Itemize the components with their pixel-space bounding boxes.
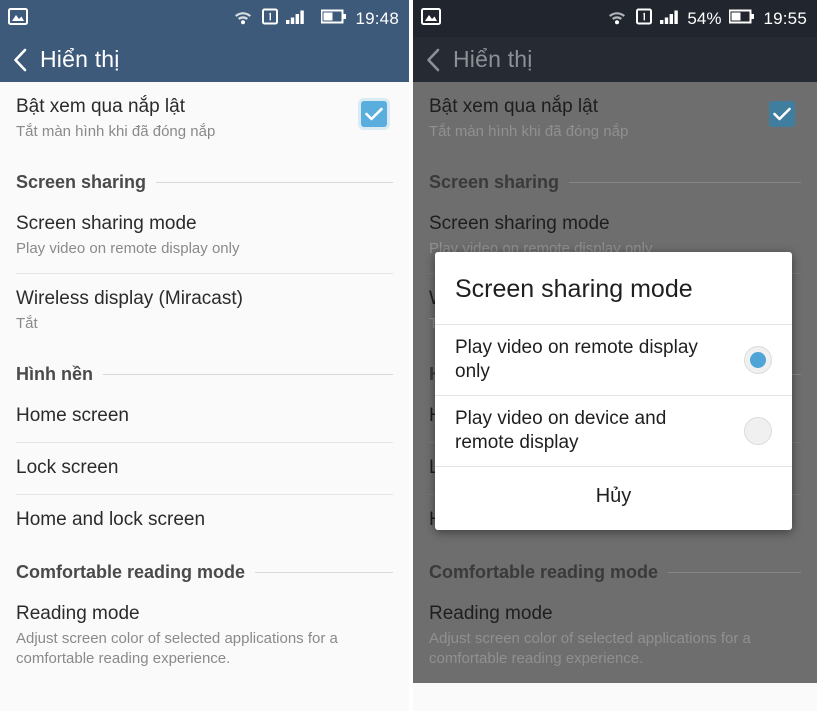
dialog-option-label: Play video on remote display only: [455, 337, 698, 382]
row-texts: Reading mode Adjust screen color of selec…: [429, 602, 801, 669]
row-summary: Play video on remote display only: [16, 240, 240, 257]
back-chevron-icon[interactable]: [12, 48, 28, 72]
page-title: Hiển thị: [40, 46, 120, 72]
row-title: Screen sharing mode: [16, 213, 197, 234]
row-title: Bật xem qua nắp lật: [16, 96, 185, 117]
two-screenshot-comparison: 19:48 Hiển thị Bật xem qua nắp lật Tắt mà…: [0, 0, 817, 711]
section-header-label: Comfortable reading mode: [16, 562, 246, 582]
row-title: Home and lock screen: [16, 509, 206, 530]
signal-bars-icon: [286, 8, 305, 30]
section-header-rule: [255, 572, 393, 573]
dialog-option-device-and-remote[interactable]: Play video on device and remote display: [435, 396, 792, 466]
row-title: Reading mode: [429, 603, 553, 624]
row-summary: Tắt: [16, 315, 38, 332]
flip-cover-row[interactable]: Bật xem qua nắp lật Tắt màn hình khi đã đ…: [413, 82, 817, 156]
reading-mode-row[interactable]: Reading mode Adjust screen color of selec…: [0, 589, 409, 683]
wifi-icon: [232, 8, 254, 30]
section-wallpaper: Hình nền: [0, 348, 409, 391]
battery-percent-label: 54%: [687, 8, 722, 28]
section-header-rule: [668, 572, 801, 573]
sim-1-icon: [262, 8, 279, 30]
image-icon: [421, 7, 441, 30]
settings-list: Bật xem qua nắp lật Tắt màn hình khi đã đ…: [0, 82, 409, 683]
screen-sharing-mode-dialog: Screen sharing mode Play video on remote…: [435, 252, 792, 530]
section-comfortable-reading: Comfortable reading mode: [0, 546, 409, 589]
row-texts: Bật xem qua nắp lật Tắt màn hình khi đã đ…: [429, 95, 769, 142]
status-bar: 54% 19:55: [413, 0, 817, 37]
section-header-label: Comfortable reading mode: [429, 562, 659, 582]
action-bar: Hiển thị: [0, 37, 409, 82]
dialog-option-remote-only[interactable]: Play video on remote display only: [435, 325, 792, 395]
row-texts: Reading mode Adjust screen color of selec…: [16, 602, 393, 669]
row-texts: Bật xem qua nắp lật Tắt màn hình khi đã đ…: [16, 95, 361, 142]
row-title: Reading mode: [16, 603, 140, 624]
wireless-display-row[interactable]: Wireless display (Miracast) Tắt: [0, 274, 409, 348]
radio-button-unselected[interactable]: [744, 417, 772, 445]
section-header-label: Screen sharing: [16, 172, 147, 192]
section-screen-sharing: Screen sharing: [413, 156, 817, 199]
battery-icon: [320, 9, 347, 29]
lock-screen-row[interactable]: Lock screen: [0, 443, 409, 494]
wifi-icon: [606, 8, 628, 30]
checkbox-toggle[interactable]: [361, 101, 387, 127]
row-texts: Lock screen: [16, 456, 393, 480]
row-title: Lock screen: [16, 457, 119, 478]
image-icon: [8, 7, 28, 30]
status-bar: 19:48: [0, 0, 409, 37]
row-summary: Adjust screen color of selected applicat…: [429, 630, 751, 667]
section-header-label: Screen sharing: [429, 172, 560, 192]
right-screen: 54% 19:55 Hiển thị Bật xem qua nắp lật T…: [413, 0, 817, 711]
reading-mode-row[interactable]: Reading mode Adjust screen color of selec…: [413, 589, 817, 683]
sim-1-icon: [636, 8, 653, 30]
section-screen-sharing: Screen sharing: [0, 156, 409, 199]
section-header-rule: [103, 374, 393, 375]
clock-label: 19:48: [355, 8, 399, 28]
section-header-label: Hình nền: [16, 364, 93, 384]
dialog-title: Screen sharing mode: [455, 275, 693, 303]
row-summary: Tắt màn hình khi đã đóng nắp: [16, 123, 216, 140]
radio-button-selected[interactable]: [744, 346, 772, 374]
back-chevron-icon[interactable]: [425, 48, 441, 72]
row-title: Screen sharing mode: [429, 213, 610, 234]
battery-icon: [728, 9, 755, 29]
row-title: Home screen: [16, 405, 129, 426]
action-bar: Hiển thị: [413, 37, 817, 82]
row-texts: Home and lock screen: [16, 508, 393, 532]
left-screen: 19:48 Hiển thị Bật xem qua nắp lật Tắt mà…: [0, 0, 409, 711]
row-title: Bật xem qua nắp lật: [429, 96, 598, 117]
row-title: Wireless display (Miracast): [16, 288, 243, 309]
section-header-rule: [569, 182, 801, 183]
page-title: Hiển thị: [453, 46, 533, 72]
checkbox-toggle[interactable]: [769, 101, 795, 127]
row-texts: Home screen: [16, 404, 393, 428]
row-texts: Screen sharing mode Play video on remote …: [16, 212, 393, 259]
cancel-button[interactable]: Hủy: [435, 467, 792, 530]
section-header-rule: [156, 182, 393, 183]
row-summary: Tắt màn hình khi đã đóng nắp: [429, 123, 629, 140]
dialog-option-label: Play video on device and remote display: [455, 408, 667, 453]
screen-sharing-mode-row[interactable]: Screen sharing mode Play video on remote …: [0, 199, 409, 273]
section-comfortable-reading: Comfortable reading mode: [413, 546, 817, 589]
row-texts: Wireless display (Miracast) Tắt: [16, 287, 393, 334]
row-summary: Adjust screen color of selected applicat…: [16, 630, 338, 667]
signal-bars-icon: [660, 8, 679, 30]
home-and-lock-screen-row[interactable]: Home and lock screen: [0, 495, 409, 546]
home-screen-row[interactable]: Home screen: [0, 391, 409, 442]
clock-label: 19:55: [763, 8, 807, 28]
flip-cover-row[interactable]: Bật xem qua nắp lật Tắt màn hình khi đã đ…: [0, 82, 409, 156]
